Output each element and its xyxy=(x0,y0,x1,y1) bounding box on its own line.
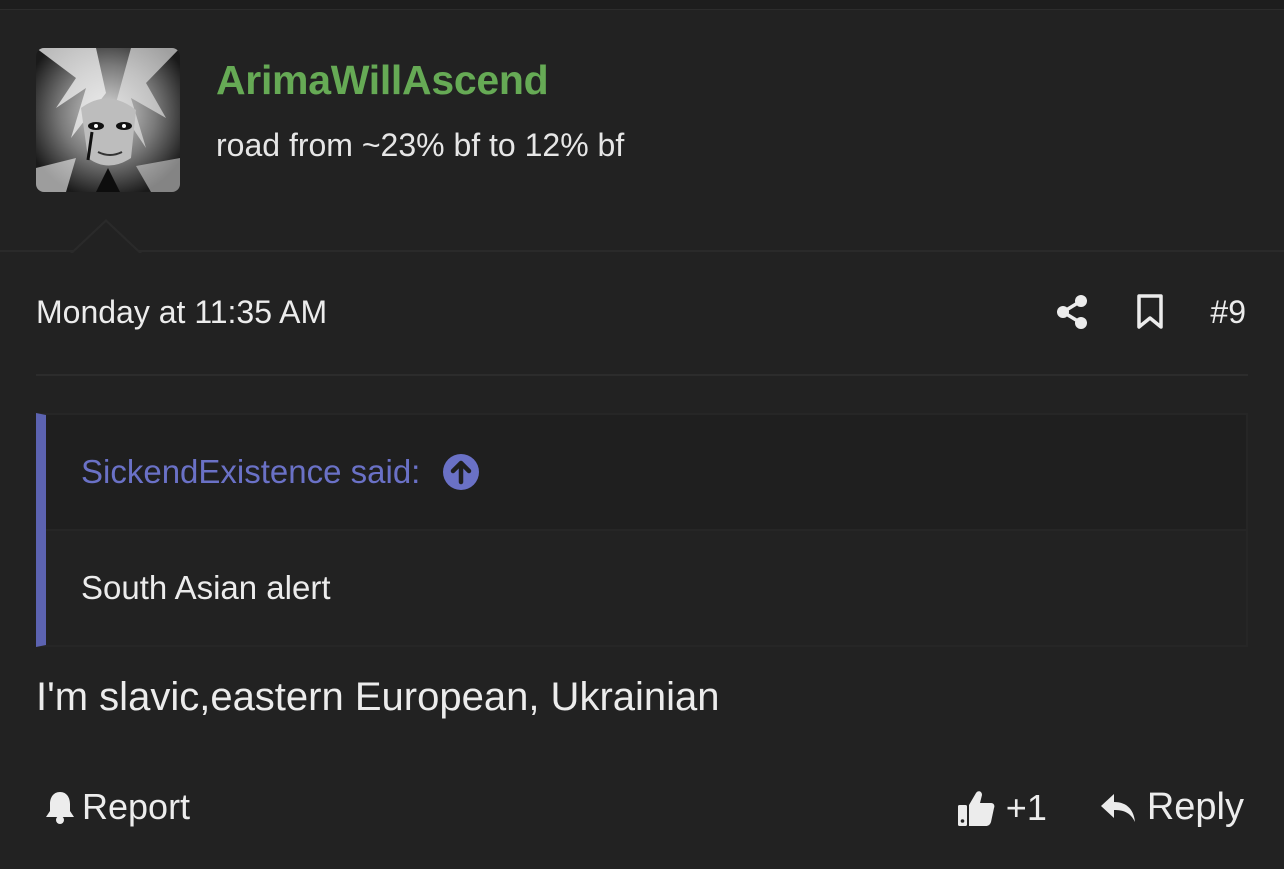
meta-divider xyxy=(36,374,1248,376)
share-icon[interactable] xyxy=(1052,290,1092,334)
author-user-title: road from ~23% bf to 12% bf xyxy=(216,127,625,163)
reply-label: Reply xyxy=(1146,786,1244,828)
bell-icon xyxy=(44,789,76,825)
quote-header: SickendExistence said: xyxy=(46,415,1246,531)
post-message: I'm slavic,eastern European, Ukrainian xyxy=(36,675,720,719)
thumbs-up-icon xyxy=(956,788,996,828)
quote-attribution[interactable]: SickendExistence said: xyxy=(81,453,420,491)
header-pointer-fill xyxy=(72,222,140,254)
reply-arrow-icon xyxy=(1099,791,1137,825)
post-author-header: ArimaWillAscend road from ~23% bf to 12%… xyxy=(0,11,1284,252)
quote-content: South Asian alert xyxy=(46,531,1246,645)
like-button[interactable]: +1 xyxy=(956,787,1047,829)
post-timestamp[interactable]: Monday at 11:35 AM xyxy=(36,294,327,331)
post-footer-actions: +1 Reply xyxy=(956,786,1244,829)
post-number-link[interactable]: #9 xyxy=(1210,294,1246,331)
quote-block: SickendExistence said: South Asian alert xyxy=(36,413,1248,647)
report-label: Report xyxy=(82,786,191,827)
report-button[interactable]: Report xyxy=(44,786,190,828)
bookmark-icon[interactable] xyxy=(1130,290,1170,334)
top-strip xyxy=(0,0,1284,10)
post-meta-actions: #9 xyxy=(1014,290,1246,334)
author-username[interactable]: ArimaWillAscend xyxy=(216,57,549,104)
reply-button[interactable]: Reply xyxy=(1099,786,1244,829)
avatar[interactable] xyxy=(36,48,180,192)
arrow-up-circle-icon[interactable] xyxy=(442,453,480,491)
post-container: ArimaWillAscend road from ~23% bf to 12%… xyxy=(0,0,1284,869)
like-count: +1 xyxy=(1005,786,1047,828)
